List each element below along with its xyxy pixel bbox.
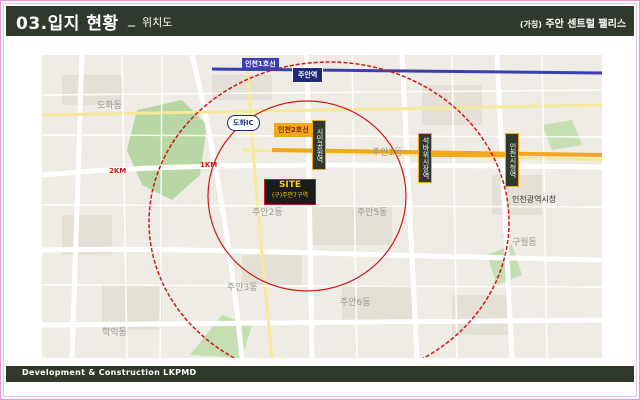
dohwa-ic-label: 도화IC xyxy=(227,115,260,131)
footer-text: Development & Construction LKPMD xyxy=(22,368,197,377)
site-title: SITE xyxy=(278,180,302,190)
seokbawi-station-text: 석바위시장역 xyxy=(422,137,430,179)
district-label-juan3: 주안3동 xyxy=(227,283,258,293)
district-label-hakik: 학익동 xyxy=(102,328,127,338)
site-subtitle: (구)주안7구역 xyxy=(271,192,309,199)
project-name-text: 주안 센트럴 팰리스 xyxy=(545,19,626,30)
district-label-juan6: 주안6동 xyxy=(340,298,371,308)
line2-label: 인천2호선 xyxy=(274,123,313,137)
city-park-station-label: 시민공원역 xyxy=(312,120,326,170)
radius-2km-label: 2KM xyxy=(109,167,127,175)
map-svg xyxy=(42,55,602,358)
district-label-juan1: 주안1동 xyxy=(372,148,403,158)
juan-station-label: 주안역 xyxy=(292,67,324,83)
district-label-juan5: 주안5동 xyxy=(357,208,388,218)
city-park-station-text: 시민공원역 xyxy=(316,127,324,163)
title-separator: _ xyxy=(128,11,135,27)
location-map: 인천1호선 주안역 도화IC 인천2호선 시민공원역 석바위시장역 인천시청역 … xyxy=(42,55,602,358)
incheon-cityhall-station-label: 인천시청역 xyxy=(505,133,519,187)
seokbawi-station-label: 석바위시장역 xyxy=(418,133,432,183)
district-label-guwol: 구월동 xyxy=(512,238,537,248)
incheon-cityhall-station-text: 인천시청역 xyxy=(509,142,517,178)
incheon-city-hall-label: 인천광역시청 xyxy=(512,195,557,204)
project-name: (가칭) 주안 센트럴 팰리스 xyxy=(520,15,626,30)
district-label-dohwa: 도화동 xyxy=(97,101,122,111)
radius-1km-label: 1KM xyxy=(200,161,218,169)
project-prefix: (가칭) xyxy=(519,20,542,29)
page-title: 03.입지 현황 xyxy=(16,14,119,34)
site-marker: SITE (구)주안7구역 xyxy=(264,179,316,205)
header-bar: 03.입지 현황 _ 위치도 (가칭) 주안 센트럴 팰리스 xyxy=(6,6,634,36)
page-subtitle: 위치도 xyxy=(142,16,173,29)
district-label-juan2: 주안2동 xyxy=(252,208,283,218)
footer-bar: Development & Construction LKPMD xyxy=(6,366,634,382)
line1-label: 인천1호선 xyxy=(242,58,279,70)
